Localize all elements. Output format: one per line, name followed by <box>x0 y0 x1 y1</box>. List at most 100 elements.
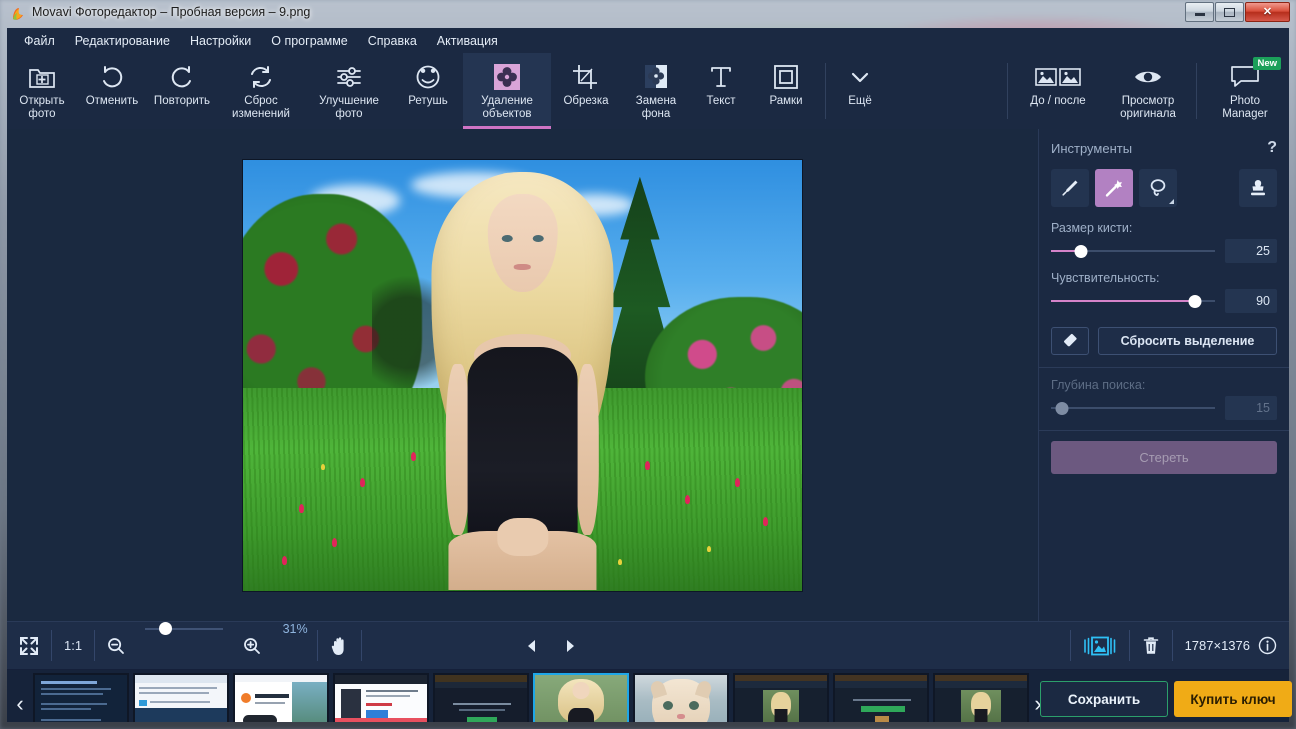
reset-icon <box>247 61 275 92</box>
toolbar-object-removal[interactable]: Удаление объектов <box>463 53 551 129</box>
sensitivity-row: 90 <box>1051 289 1277 313</box>
toolbar-undo[interactable]: Отменить <box>77 53 147 129</box>
menu-file[interactable]: Файл <box>14 31 65 51</box>
toolbar-before-after-label: До / после <box>1030 95 1086 107</box>
new-badge: New <box>1253 57 1281 70</box>
menu-activation[interactable]: Активация <box>427 31 508 51</box>
gallery-toggle-button[interactable] <box>1071 622 1129 669</box>
info-icon[interactable] <box>1258 636 1277 655</box>
zoom-out-button[interactable] <box>95 622 137 669</box>
minimize-button[interactable] <box>1185 2 1214 22</box>
prev-photo-button[interactable] <box>512 622 551 669</box>
crop-icon <box>572 61 600 92</box>
hand-tool-button[interactable] <box>318 622 361 669</box>
next-arrow-icon <box>563 638 578 654</box>
zoom-out-icon <box>107 637 125 655</box>
list-item[interactable] <box>433 673 529 722</box>
list-item[interactable] <box>633 673 729 722</box>
erase-button[interactable]: Стереть <box>1051 441 1277 474</box>
list-item[interactable] <box>933 673 1029 722</box>
sensitivity-slider[interactable] <box>1051 294 1215 308</box>
tools-panel-title: Инструменты <box>1051 140 1133 156</box>
toolbar-text[interactable]: Текст <box>691 53 751 129</box>
list-item[interactable] <box>133 673 229 722</box>
eraser-button[interactable] <box>1051 327 1089 355</box>
toolbar-background-change-label: Замена фона <box>635 95 677 120</box>
canvas-area[interactable] <box>7 129 1038 621</box>
lasso-tool-button[interactable] <box>1139 169 1177 207</box>
undo-icon <box>98 61 126 92</box>
search-depth-knob[interactable] <box>1055 402 1069 415</box>
list-item[interactable] <box>233 673 329 722</box>
menu-help[interactable]: Справка <box>358 31 427 51</box>
zoom-slider-track <box>145 628 224 630</box>
sensitivity-fill <box>1051 300 1196 302</box>
list-item[interactable] <box>733 673 829 722</box>
search-depth-slider[interactable] <box>1051 401 1215 415</box>
brush-size-slider[interactable] <box>1051 244 1215 258</box>
help-icon[interactable]: ? <box>1267 139 1277 157</box>
photo-canvas[interactable] <box>242 158 803 592</box>
workspace: Инструменты ? Размер кисти: 25 Чувствите… <box>7 129 1289 621</box>
sensitivity-value[interactable]: 90 <box>1225 289 1277 313</box>
toolbar-retouch[interactable]: Ретушь <box>393 53 463 129</box>
fit-to-screen-button[interactable] <box>7 622 51 669</box>
adjust-icon <box>335 61 363 92</box>
bottom-toolbar: 1:1 31% 1787×1376 <box>7 621 1289 670</box>
zoom-in-button[interactable] <box>231 622 273 669</box>
toolbar-crop[interactable]: Обрезка <box>551 53 621 129</box>
toolbar-reset-changes[interactable]: Сброс изменений <box>217 53 305 129</box>
menu-about[interactable]: О программе <box>261 31 357 51</box>
toolbar-text-label: Текст <box>706 95 736 107</box>
toolbar-open-photo[interactable]: Открыть фото <box>7 53 77 129</box>
thumbnails-prev-button[interactable]: ‹ <box>7 670 33 722</box>
list-item[interactable] <box>533 673 629 722</box>
actual-size-button[interactable]: 1:1 <box>52 622 94 669</box>
toolbar-redo[interactable]: Повторить <box>147 53 217 129</box>
toolbar-photo-enhance[interactable]: Улучшение фото <box>305 53 393 129</box>
delete-photo-button[interactable] <box>1130 622 1172 669</box>
scene-tulip <box>298 503 304 513</box>
zoom-slider[interactable] <box>145 622 224 636</box>
scene-person <box>416 164 628 591</box>
buy-key-button[interactable]: Купить ключ <box>1174 681 1292 717</box>
search-depth-value[interactable]: 15 <box>1225 396 1277 420</box>
list-item[interactable] <box>33 673 129 722</box>
maximize-button[interactable] <box>1215 2 1244 22</box>
lasso-dropdown-icon[interactable] <box>1169 199 1174 204</box>
toolbar-separator-2 <box>1007 63 1008 119</box>
toolbar-retouch-label: Ретушь <box>408 95 448 107</box>
toolbar-more[interactable]: Ещё <box>830 53 890 129</box>
zoom-slider-knob[interactable] <box>159 622 173 635</box>
scene-person-arm <box>575 364 599 535</box>
close-button[interactable]: ✕ <box>1245 2 1290 22</box>
panel-divider-1 <box>1039 367 1289 368</box>
before-after-icon <box>1035 61 1081 92</box>
magic-wand-tool-button[interactable] <box>1095 169 1133 207</box>
brush-size-knob[interactable] <box>1074 245 1088 258</box>
list-item[interactable] <box>333 673 429 722</box>
toolbar-background-change[interactable]: Замена фона <box>621 53 691 129</box>
brush-tool-button[interactable] <box>1051 169 1089 207</box>
next-photo-button[interactable] <box>551 622 590 669</box>
menu-settings[interactable]: Настройки <box>180 31 261 51</box>
sensitivity-knob[interactable] <box>1188 295 1202 308</box>
movavi-logo-icon <box>10 6 26 22</box>
stamp-tool-button[interactable] <box>1239 169 1277 207</box>
toolbar-before-after[interactable]: До / после <box>1012 53 1104 129</box>
toolbar-reset-changes-label: Сброс изменений <box>232 95 290 120</box>
gallery-icon <box>1083 635 1117 657</box>
brush-size-value[interactable]: 25 <box>1225 239 1277 263</box>
toolbar-photo-manager[interactable]: New Photo Manager <box>1201 53 1289 129</box>
scene-person-arm <box>446 364 470 535</box>
lasso-icon <box>1147 177 1169 199</box>
toolbar-frames[interactable]: Рамки <box>751 53 821 129</box>
brush-icon <box>1060 178 1080 198</box>
scene-person-lips <box>514 264 531 271</box>
menu-edit[interactable]: Редактирование <box>65 31 180 51</box>
toolbar-view-original[interactable]: Просмотр оригинала <box>1104 53 1192 129</box>
stamp-icon <box>1247 177 1269 199</box>
list-item[interactable] <box>833 673 929 722</box>
reset-selection-button[interactable]: Сбросить выделение <box>1098 327 1277 355</box>
save-button[interactable]: Сохранить <box>1040 681 1168 717</box>
